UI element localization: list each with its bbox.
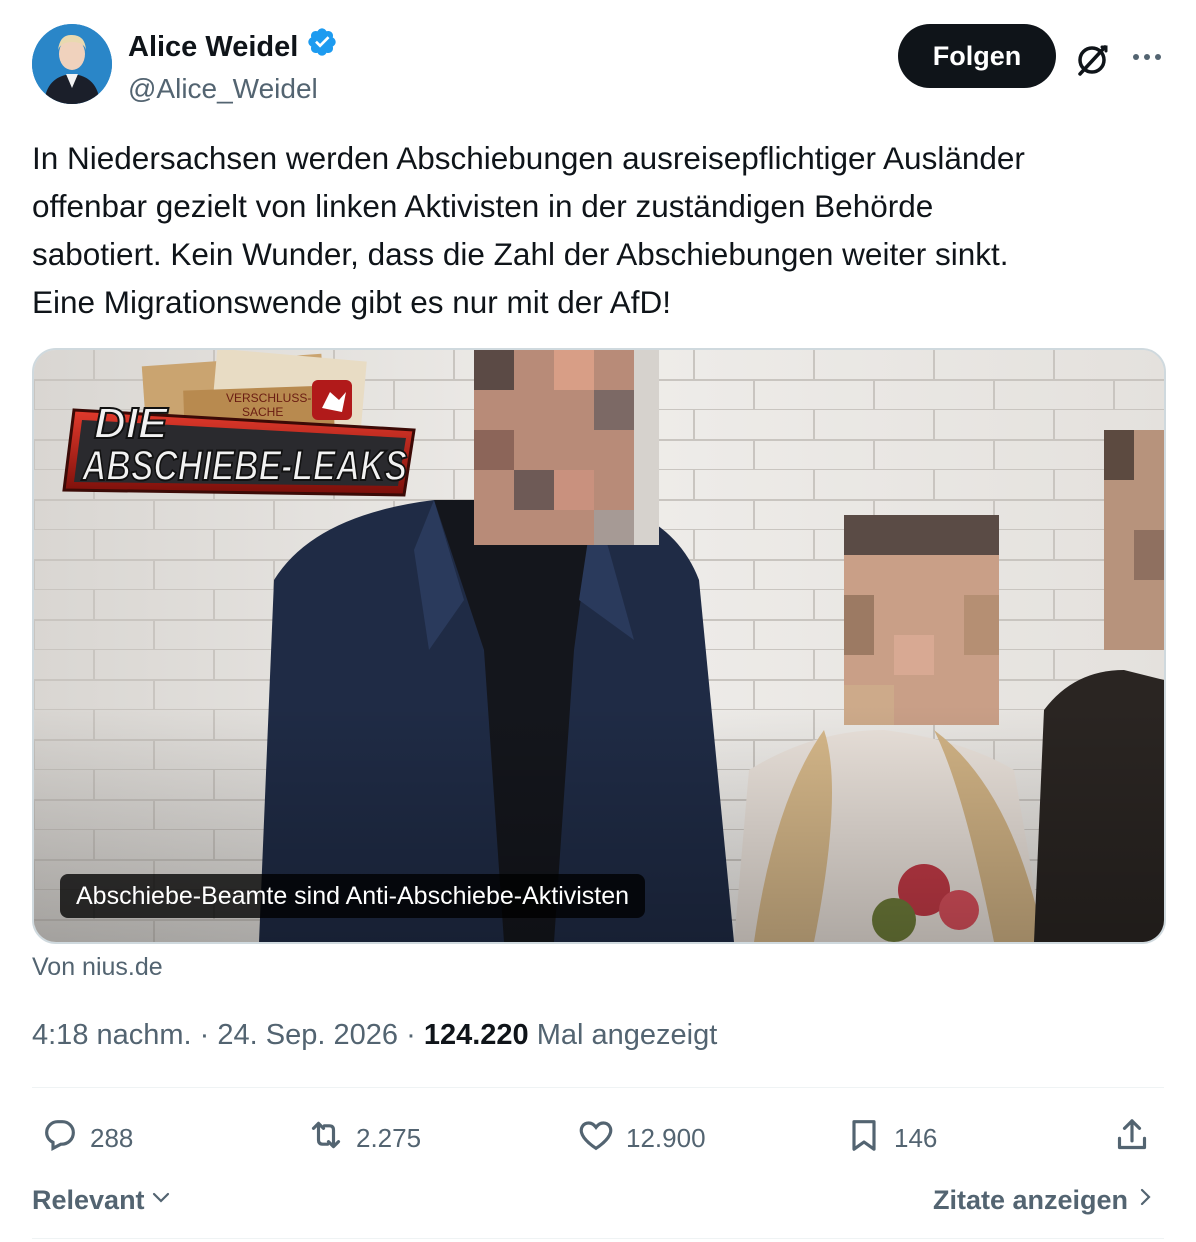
chevron-down-icon: [149, 1180, 173, 1220]
author-names: Alice Weidel @Alice_Weidel: [128, 26, 338, 109]
logo-text-abschiebe-leaks: ABSCHIEBE-LEAKS: [81, 442, 407, 490]
action-bar: 288 2.275 12.900 146: [32, 1110, 1164, 1166]
view-quotes-link[interactable]: Zitate anzeigen: [933, 1180, 1156, 1220]
divider: [32, 1087, 1164, 1088]
share-button[interactable]: [1112, 1110, 1152, 1166]
verified-badge-icon[interactable]: [306, 26, 338, 67]
meta-separator: ·: [406, 1019, 416, 1051]
repost-icon: [306, 1115, 346, 1162]
like-count: 12.900: [626, 1122, 706, 1153]
tweet-meta: 4:18 nachm. · 24. Sep. 2026 · 124.220 Ma…: [32, 1015, 717, 1055]
reply-icon: [40, 1115, 80, 1162]
reply-button[interactable]: 288: [40, 1110, 133, 1166]
repost-count: 2.275: [356, 1122, 422, 1153]
bookmark-icon: [844, 1115, 884, 1162]
quotes-label: Zitate anzeigen: [932, 1185, 1128, 1215]
media-image: DIE ABSCHIEBE-LEAKS VERSCHLUSS- SACHE: [34, 350, 1164, 942]
sort-dropdown[interactable]: Relevant: [32, 1180, 173, 1220]
avatar[interactable]: [32, 24, 112, 104]
logo-text-die: DIE: [94, 399, 169, 448]
divider: [32, 1238, 1164, 1239]
meta-separator: ·: [199, 1019, 210, 1051]
reply-count: 288: [90, 1122, 134, 1153]
link-card-image[interactable]: DIE ABSCHIEBE-LEAKS VERSCHLUSS- SACHE Ab…: [32, 348, 1166, 944]
author-handle[interactable]: @Alice_Weidel: [128, 69, 338, 109]
stamp-text-2: SACHE: [242, 405, 283, 419]
bookmark-count: 146: [894, 1122, 938, 1153]
tweet-time[interactable]: 4:18 nachm.: [32, 1019, 192, 1051]
more-icon[interactable]: [1130, 40, 1164, 74]
author-display-name[interactable]: Alice Weidel: [128, 29, 298, 65]
tweet-text: In Niedersachsen werden Abschiebungen au…: [32, 140, 1025, 320]
sort-label: Relevant: [32, 1185, 145, 1215]
like-button[interactable]: 12.900: [576, 1110, 706, 1166]
link-source[interactable]: Von nius.de: [32, 950, 163, 984]
tweet-header: Alice Weidel @Alice_Weidel Folgen: [32, 24, 1164, 108]
bookmark-button[interactable]: 146: [844, 1110, 937, 1166]
chevron-right-icon: [1136, 1180, 1156, 1220]
media-caption: Abschiebe-Beamte sind Anti-Abschiebe-Akt…: [60, 874, 646, 918]
share-icon: [1112, 1115, 1152, 1162]
view-count-label: Mal angezeigt: [536, 1019, 718, 1051]
stamp-text-1: VERSCHLUSS-: [226, 391, 311, 405]
heart-icon: [576, 1115, 616, 1162]
follow-button[interactable]: Folgen: [898, 24, 1056, 88]
view-count: 124.220: [423, 1019, 529, 1051]
repost-button[interactable]: 2.275: [306, 1110, 421, 1166]
grok-icon[interactable]: [1072, 40, 1112, 80]
tweet-date[interactable]: 24. Sep. 2026: [217, 1019, 398, 1051]
